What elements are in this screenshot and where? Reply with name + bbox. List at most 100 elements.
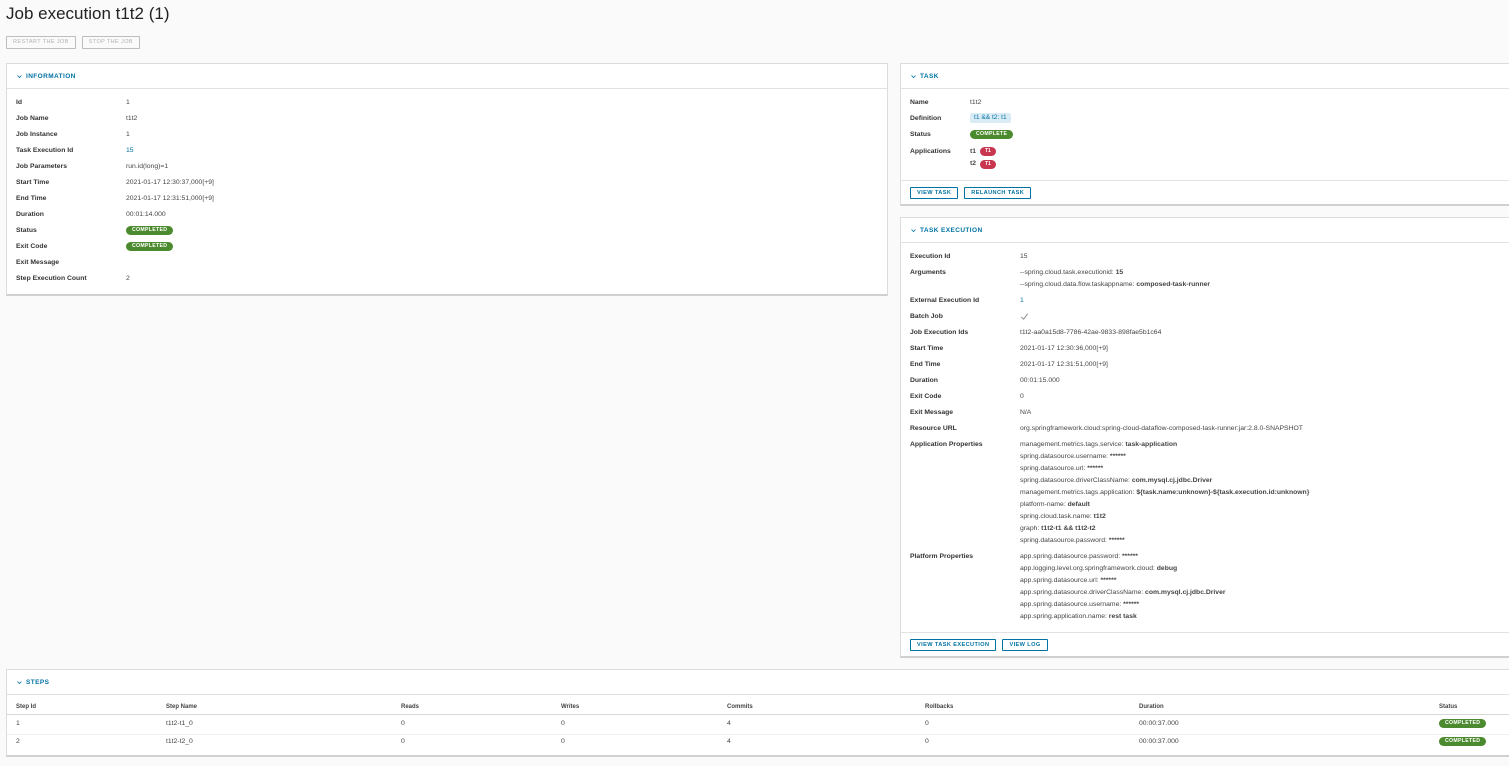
table-cell: 00:00:37.000 (1139, 738, 1179, 745)
info-label: Job Parameters (16, 163, 68, 170)
step-name-link[interactable]: t1t2-t1_0 (166, 720, 193, 727)
info-label: Exit Message (16, 259, 60, 266)
info-value: 2021-01-17 12:31:51,000[+9] (126, 195, 214, 202)
chevron-down-icon (911, 228, 916, 232)
application-property: spring.cloud.task.name: t1t2 (1020, 513, 1106, 520)
argument-item-value: composed-task-runner (1136, 281, 1211, 288)
application-property-value: ****** (1108, 537, 1125, 544)
application-property: spring.datasource.url: ****** (1020, 465, 1104, 472)
info-label: Start Time (16, 179, 50, 186)
column-header: Rollbacks (925, 704, 954, 710)
chevron-down-icon (17, 680, 22, 684)
table-cell: 0 (925, 720, 929, 727)
task-execution-header[interactable]: TASK EXECUTION (901, 218, 1509, 243)
te-label: Resource URL (910, 425, 957, 432)
platform-property: app.spring.datasource.driverClassName: c… (1020, 589, 1226, 596)
view-log-button[interactable]: VIEW LOG (1002, 639, 1048, 651)
step-status: COMPLETED (1439, 719, 1487, 728)
relaunch-task-button[interactable]: RELAUNCH TASK (964, 187, 1032, 199)
task-header[interactable]: TASK (901, 64, 1509, 89)
steps-header[interactable]: STEPS (7, 670, 1509, 695)
table-cell: 4 (727, 720, 731, 727)
table-cell: 4 (727, 738, 731, 745)
application-property-value: task-application (1125, 441, 1178, 448)
platform-property-value: ****** (1123, 601, 1140, 608)
info-label: Status (16, 227, 37, 234)
chevron-down-icon (911, 74, 916, 78)
platform-property-value: rest task (1108, 613, 1137, 620)
te-label: Job Execution Ids (910, 329, 969, 336)
column-header: Reads (401, 704, 420, 710)
status-badge: COMPLETED (126, 242, 174, 251)
info-label: Job Name (16, 115, 49, 122)
platform-property: app.spring.datasource.username: ****** (1020, 601, 1140, 608)
exit-message-value: N/A (1020, 409, 1032, 416)
task-execution-link[interactable]: 15 (126, 147, 134, 154)
exit-code-value: 0 (1020, 393, 1024, 400)
table-cell: 0 (401, 720, 405, 727)
info-value: 00:01:14.000 (126, 211, 166, 218)
status-badge: COMPLETED (1439, 737, 1487, 746)
external-execution-link[interactable]: 1 (1020, 297, 1024, 305)
task-definition-badge: t1 && t2: t1 (970, 113, 1011, 123)
platform-property-value: ****** (1122, 553, 1138, 560)
te-label: End Time (910, 361, 941, 368)
info-label: End Time (16, 195, 47, 202)
step-id: 1 (16, 720, 20, 727)
view-task-button[interactable]: VIEW TASK (910, 187, 959, 199)
task-execution-card: TASK EXECUTION Execution Id 15 Arguments --… (900, 217, 1509, 658)
application-name: t1 (970, 148, 977, 155)
info-value: 1 (126, 131, 130, 138)
step-name-link[interactable]: t1t2-t2_0 (166, 738, 193, 745)
application-property: platform-name: default (1020, 501, 1090, 508)
application-property-value: t1t2-t1 && t1t2-t2 (1041, 525, 1096, 532)
execution-id-value: 15 (1020, 253, 1028, 260)
application-property: spring.datasource.driverClassName: com.m… (1020, 477, 1213, 484)
task-definition-label: Definition (910, 115, 942, 122)
argument-item-value: 15 (1115, 269, 1124, 276)
info-value: COMPLETED (126, 242, 174, 251)
check-icon (1020, 312, 1029, 324)
restart-job-button[interactable]: RESTART THE JOB (6, 36, 76, 49)
task-name-label: Name (910, 99, 929, 106)
information-card: INFORMATION Id 1 Job Name t1t2 Job Instance 1… (6, 63, 888, 296)
step-id[interactable]: 2 (16, 738, 20, 745)
platform-property: app.spring.datasource.url: ****** (1020, 577, 1117, 584)
status-badge: COMPLETED (126, 226, 174, 235)
stop-job-button[interactable]: STOP THE JOB (81, 36, 140, 49)
info-value: 2021-01-17 12:30:37,000[+9] (126, 179, 214, 186)
application-property: management.metrics.tags.service: task-ap… (1020, 441, 1178, 448)
task-applications-label: Applications (910, 148, 951, 155)
te-label: External Execution Id (910, 297, 980, 304)
view-task-execution-button[interactable]: VIEW TASK EXECUTION (910, 639, 997, 651)
column-header: Step Id (16, 704, 37, 710)
te-label: Platform Properties (910, 553, 974, 560)
te-label: Start Time (910, 345, 944, 352)
steps-title: STEPS (26, 678, 50, 686)
task-execution-title: TASK EXECUTION (920, 226, 983, 234)
information-header[interactable]: INFORMATION (7, 64, 887, 89)
application-property-value: com.mysql.cj.jdbc.Driver (1131, 477, 1213, 484)
info-value: 15 (126, 147, 134, 155)
column-header: Duration (1139, 704, 1164, 710)
table-row: 2 t1t2-t2_0 0 0 4 0 00:00:37.000 COMPLETED (7, 734, 1509, 751)
application-property-value: ${task.name:unknown}-${task.execution.id… (1136, 489, 1310, 496)
task-footer: VIEW TASK RELAUNCH TASK (901, 180, 1509, 206)
column-header: Writes (561, 704, 580, 710)
te-label: Application Properties (910, 441, 983, 448)
column-header: Commits (727, 704, 753, 710)
info-value: run.id(long)=1 (126, 163, 169, 170)
task-status-label: Status (910, 131, 931, 138)
job-execution-ids-value: t1t2-aa0a15d8-7786-42ae-9833-898fae5b1c6… (1020, 329, 1162, 336)
application-badge: T1 (980, 160, 996, 169)
task-card: TASK Name t1 t2 Definition t1 && t2: t1 S… (900, 63, 1509, 206)
platform-property: app.spring.application.name: rest task (1020, 613, 1137, 620)
task-execution-footer: VIEW TASK EXECUTION VIEW LOG (901, 632, 1509, 658)
chevron-down-icon (17, 74, 22, 78)
platform-property-value: ****** (1100, 577, 1117, 584)
job-actions: RESTART THE JOB STOP THE JOB (6, 36, 140, 49)
te-label: Batch Job (910, 313, 943, 320)
platform-property: app.logging.level.org.springframework.cl… (1020, 565, 1178, 572)
table-cell: 0 (561, 720, 565, 727)
application-name: t2 (970, 160, 977, 167)
